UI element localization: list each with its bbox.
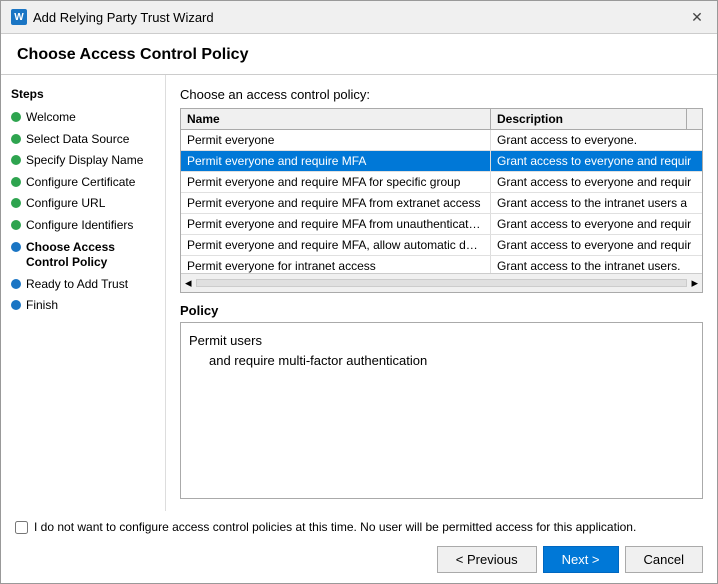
- previous-button[interactable]: < Previous: [437, 546, 537, 573]
- cell-desc: Grant access to everyone and requir: [491, 151, 702, 171]
- table-row[interactable]: Permit everyone and require MFA, allow a…: [181, 235, 702, 256]
- choose-label: Choose an access control policy:: [180, 87, 703, 102]
- col-desc-header: Description: [491, 109, 686, 129]
- cell-name: Permit everyone and require MFA: [181, 151, 491, 171]
- policy-table: Name Description Permit everyone Grant a…: [180, 108, 703, 293]
- dot-select-data-source: [11, 134, 21, 144]
- titlebar: W Add Relying Party Trust Wizard ✕: [1, 1, 717, 34]
- cell-name: Permit everyone and require MFA from una…: [181, 214, 491, 234]
- table-row[interactable]: Permit everyone Grant access to everyone…: [181, 130, 702, 151]
- table-row[interactable]: Permit everyone and require MFA from una…: [181, 214, 702, 235]
- checkbox-label: I do not want to configure access contro…: [34, 519, 636, 536]
- sidebar-item-specify-display-name: Specify Display Name: [1, 150, 165, 172]
- table-scroll-area[interactable]: Permit everyone Grant access to everyone…: [181, 130, 702, 273]
- dot-ready-to-add-trust: [11, 279, 21, 289]
- checkbox-row: I do not want to configure access contro…: [15, 519, 703, 536]
- sidebar-item-welcome: Welcome: [1, 107, 165, 129]
- cell-desc: Grant access to everyone and requir: [491, 235, 702, 255]
- cell-desc: Grant access to everyone and requir: [491, 214, 702, 234]
- page-title: Choose Access Control Policy: [17, 46, 701, 64]
- titlebar-left: W Add Relying Party Trust Wizard: [11, 9, 214, 25]
- cell-name: Permit everyone for intranet access: [181, 256, 491, 273]
- titlebar-title: Add Relying Party Trust Wizard: [33, 10, 214, 25]
- wizard-icon: W: [11, 9, 27, 25]
- sidebar-item-select-data-source: Select Data Source: [1, 129, 165, 151]
- table-row[interactable]: Permit everyone for intranet access Gran…: [181, 256, 702, 273]
- close-button[interactable]: ✕: [687, 7, 707, 27]
- policy-line1: Permit users: [189, 331, 694, 351]
- table-header: Name Description: [181, 109, 702, 130]
- policy-line2: and require multi-factor authentication: [189, 351, 694, 371]
- cell-name: Permit everyone and require MFA, allow a…: [181, 235, 491, 255]
- table-row-selected[interactable]: Permit everyone and require MFA Grant ac…: [181, 151, 702, 172]
- dot-configure-certificate: [11, 177, 21, 187]
- cell-desc: Grant access to everyone.: [491, 130, 702, 150]
- footer-section: I do not want to configure access contro…: [1, 511, 717, 583]
- cell-desc: Grant access to the intranet users.: [491, 256, 702, 273]
- cell-name: Permit everyone and require MFA for spec…: [181, 172, 491, 192]
- dot-specify-display-name: [11, 155, 21, 165]
- dot-choose-access-control: [11, 242, 21, 252]
- policy-label: Policy: [180, 303, 703, 318]
- button-row: < Previous Next > Cancel: [15, 546, 703, 573]
- cell-desc: Grant access to everyone and requir: [491, 172, 702, 192]
- sidebar: Steps Welcome Select Data Source Specify…: [1, 75, 166, 511]
- sidebar-item-finish: Finish: [1, 295, 165, 317]
- policy-section: Policy Permit users and require multi-fa…: [180, 303, 703, 499]
- table-row[interactable]: Permit everyone and require MFA from ext…: [181, 193, 702, 214]
- sidebar-item-configure-identifiers: Configure Identifiers: [1, 215, 165, 237]
- dot-finish: [11, 300, 21, 310]
- sidebar-item-ready-to-add-trust: Ready to Add Trust: [1, 274, 165, 296]
- main-panel: Choose an access control policy: Name De…: [166, 75, 717, 511]
- table-row[interactable]: Permit everyone and require MFA for spec…: [181, 172, 702, 193]
- cell-desc: Grant access to the intranet users a: [491, 193, 702, 213]
- cell-name: Permit everyone: [181, 130, 491, 150]
- content-area: Steps Welcome Select Data Source Specify…: [1, 75, 717, 511]
- sidebar-section-label: Steps: [1, 87, 165, 107]
- col-name-header: Name: [181, 109, 491, 129]
- dialog-window: W Add Relying Party Trust Wizard ✕ Choos…: [0, 0, 718, 584]
- sidebar-item-configure-certificate: Configure Certificate: [1, 172, 165, 194]
- next-button[interactable]: Next >: [543, 546, 619, 573]
- sidebar-item-choose-access-control: Choose Access Control Policy: [1, 237, 165, 274]
- page-header: Choose Access Control Policy: [1, 34, 717, 75]
- table-horizontal-scrollbar[interactable]: ◂ ▸: [181, 273, 702, 292]
- cell-name: Permit everyone and require MFA from ext…: [181, 193, 491, 213]
- dot-configure-url: [11, 198, 21, 208]
- cancel-button[interactable]: Cancel: [625, 546, 703, 573]
- sidebar-item-configure-url: Configure URL: [1, 193, 165, 215]
- dot-welcome: [11, 112, 21, 122]
- no-policy-checkbox[interactable]: [15, 521, 28, 534]
- dot-configure-identifiers: [11, 220, 21, 230]
- policy-box: Permit users and require multi-factor au…: [180, 322, 703, 499]
